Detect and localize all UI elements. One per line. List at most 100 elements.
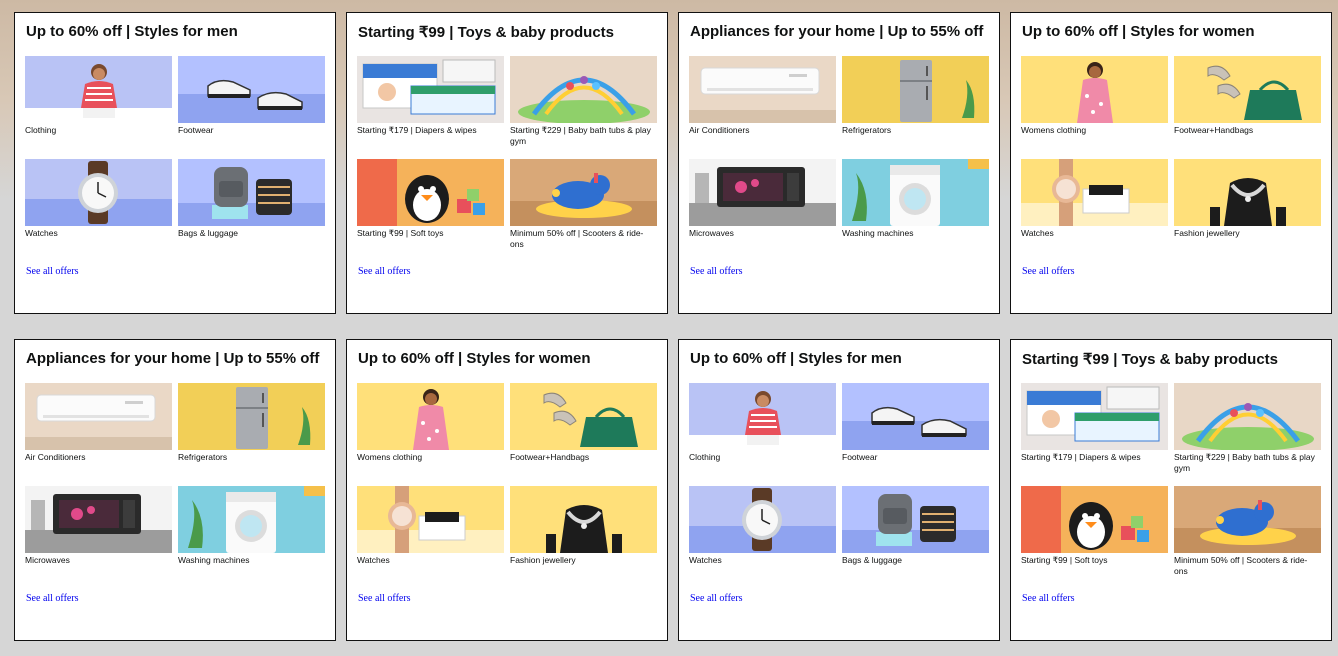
card-title: Up to 60% off | Styles for women (1022, 23, 1255, 40)
sneakers-image (178, 56, 325, 123)
category-tile[interactable]: Starting ₹229 | Baby bath tubs & play gy… (1174, 383, 1321, 486)
man-clothing-image (25, 56, 172, 123)
category-label: Watches (357, 555, 390, 565)
womens-watch-image (1021, 159, 1168, 226)
category-tile[interactable]: Starting ₹99 | Soft toys (357, 159, 504, 262)
category-label: Bags & luggage (842, 555, 903, 565)
category-label: Starting ₹99 | Soft toys (1021, 555, 1108, 565)
see-all-offers-link[interactable]: See all offers (690, 266, 743, 277)
card-title: Starting ₹99 | Toys & baby products (1022, 351, 1279, 368)
category-tile[interactable]: Clothing (689, 383, 836, 486)
category-label: Clothing (689, 452, 721, 462)
category-label: Refrigerators (842, 125, 892, 135)
deal-card: Appliances for your home | Up to 55% off… (14, 339, 336, 641)
refrigerator-image (178, 383, 325, 450)
category-tile[interactable]: Watches (689, 486, 836, 589)
card-title: Up to 60% off | Styles for men (690, 350, 902, 367)
category-label: Fashion jewellery (510, 555, 576, 565)
category-label: Fashion jewellery (1174, 228, 1240, 238)
category-tile[interactable]: Footwear (842, 383, 989, 486)
category-tile[interactable]: Refrigerators (842, 56, 989, 159)
category-label: Watches (1021, 228, 1054, 238)
category-label: Womens clothing (357, 452, 423, 462)
category-label: Womens clothing (1021, 125, 1087, 135)
category-tile[interactable]: Footwear (178, 56, 325, 159)
category-tile[interactable]: Fashion jewellery (510, 486, 657, 589)
category-label: Footwear+Handbags (510, 452, 590, 462)
diapers-image (1021, 383, 1168, 450)
category-tile[interactable]: Microwaves (689, 159, 836, 262)
card-tiles: Air Conditioners Refrigerators Microwave… (25, 383, 325, 589)
see-all-offers-link[interactable]: See all offers (26, 266, 79, 277)
category-label: Air Conditioners (689, 125, 750, 135)
card-tiles: Starting ₹179 | Diapers & wipes Starting… (1021, 383, 1321, 589)
category-tile[interactable]: Bags & luggage (178, 159, 325, 262)
category-label: Refrigerators (178, 452, 228, 462)
category-tile[interactable]: Clothing (25, 56, 172, 159)
category-label: Watches (689, 555, 722, 565)
category-label: Washing machines (178, 555, 250, 565)
card-tiles: Clothing Footwear Watches Bags & luggage (689, 383, 989, 589)
deal-card: Up to 60% off | Styles for women Womens … (1010, 12, 1332, 314)
deal-card: Appliances for your home | Up to 55% off… (678, 12, 1000, 314)
see-all-offers-link[interactable]: See all offers (690, 593, 743, 604)
category-label: Minimum 50% off | Scooters & ride-ons (510, 228, 644, 249)
category-tile[interactable]: Microwaves (25, 486, 172, 589)
category-tile[interactable]: Footwear+Handbags (510, 383, 657, 486)
sneakers-image (842, 383, 989, 450)
category-tile[interactable]: Watches (357, 486, 504, 589)
category-tile[interactable]: Bags & luggage (842, 486, 989, 589)
card-title: Appliances for your home | Up to 55% off (26, 350, 320, 367)
category-label: Air Conditioners (25, 452, 86, 462)
category-tile[interactable]: Refrigerators (178, 383, 325, 486)
refrigerator-image (842, 56, 989, 123)
category-tile[interactable]: Footwear+Handbags (1174, 56, 1321, 159)
category-tile[interactable]: Air Conditioners (689, 56, 836, 159)
see-all-offers-link[interactable]: See all offers (1022, 593, 1075, 604)
card-title: Up to 60% off | Styles for men (26, 23, 238, 40)
category-label: Starting ₹229 | Baby bath tubs & play gy… (1174, 452, 1315, 473)
card-title: Starting ₹99 | Toys & baby products (358, 24, 615, 41)
category-label: Watches (25, 228, 58, 238)
category-tile[interactable]: Starting ₹179 | Diapers & wipes (357, 56, 504, 159)
card-tiles: Womens clothing Footwear+Handbags Watche… (1021, 56, 1321, 262)
category-tile[interactable]: Washing machines (842, 159, 989, 262)
category-tile[interactable]: Womens clothing (1021, 56, 1168, 159)
category-tile[interactable]: Starting ₹229 | Baby bath tubs & play gy… (510, 56, 657, 159)
play-gym-image (510, 56, 657, 123)
category-tile[interactable]: Air Conditioners (25, 383, 172, 486)
category-label: Starting ₹179 | Diapers & wipes (357, 125, 477, 135)
category-tile[interactable]: Watches (25, 159, 172, 262)
womens-watch-image (357, 486, 504, 553)
see-all-offers-link[interactable]: See all offers (358, 266, 411, 277)
category-tile[interactable]: Starting ₹179 | Diapers & wipes (1021, 383, 1168, 486)
ride-on-image (510, 159, 657, 226)
card-tiles: Starting ₹179 | Diapers & wipes Starting… (357, 56, 657, 262)
category-label: Clothing (25, 125, 57, 135)
see-all-offers-link[interactable]: See all offers (26, 593, 79, 604)
card-title: Up to 60% off | Styles for women (358, 350, 591, 367)
backpack-image (178, 159, 325, 226)
man-clothing-image (689, 383, 836, 450)
category-tile[interactable]: Minimum 50% off | Scooters & ride-ons (510, 159, 657, 262)
category-tile[interactable]: Minimum 50% off | Scooters & ride-ons (1174, 486, 1321, 589)
category-tile[interactable]: Watches (1021, 159, 1168, 262)
microwave-image (689, 159, 836, 226)
penguin-toy-image (1021, 486, 1168, 553)
deals-grid: Up to 60% off | Styles for men Clothing … (14, 12, 1332, 641)
backpack-image (842, 486, 989, 553)
category-label: Microwaves (689, 228, 734, 238)
category-label: Starting ₹179 | Diapers & wipes (1021, 452, 1141, 462)
card-tiles: Womens clothing Footwear+Handbags Watche… (357, 383, 657, 589)
category-tile[interactable]: Womens clothing (357, 383, 504, 486)
see-all-offers-link[interactable]: See all offers (358, 593, 411, 604)
microwave-image (25, 486, 172, 553)
category-label: Footwear (842, 452, 878, 462)
category-tile[interactable]: Starting ₹99 | Soft toys (1021, 486, 1168, 589)
ride-on-image (1174, 486, 1321, 553)
category-tile[interactable]: Fashion jewellery (1174, 159, 1321, 262)
category-tile[interactable]: Washing machines (178, 486, 325, 589)
watch-image (689, 486, 836, 553)
category-label: Minimum 50% off | Scooters & ride-ons (1174, 555, 1308, 576)
see-all-offers-link[interactable]: See all offers (1022, 266, 1075, 277)
